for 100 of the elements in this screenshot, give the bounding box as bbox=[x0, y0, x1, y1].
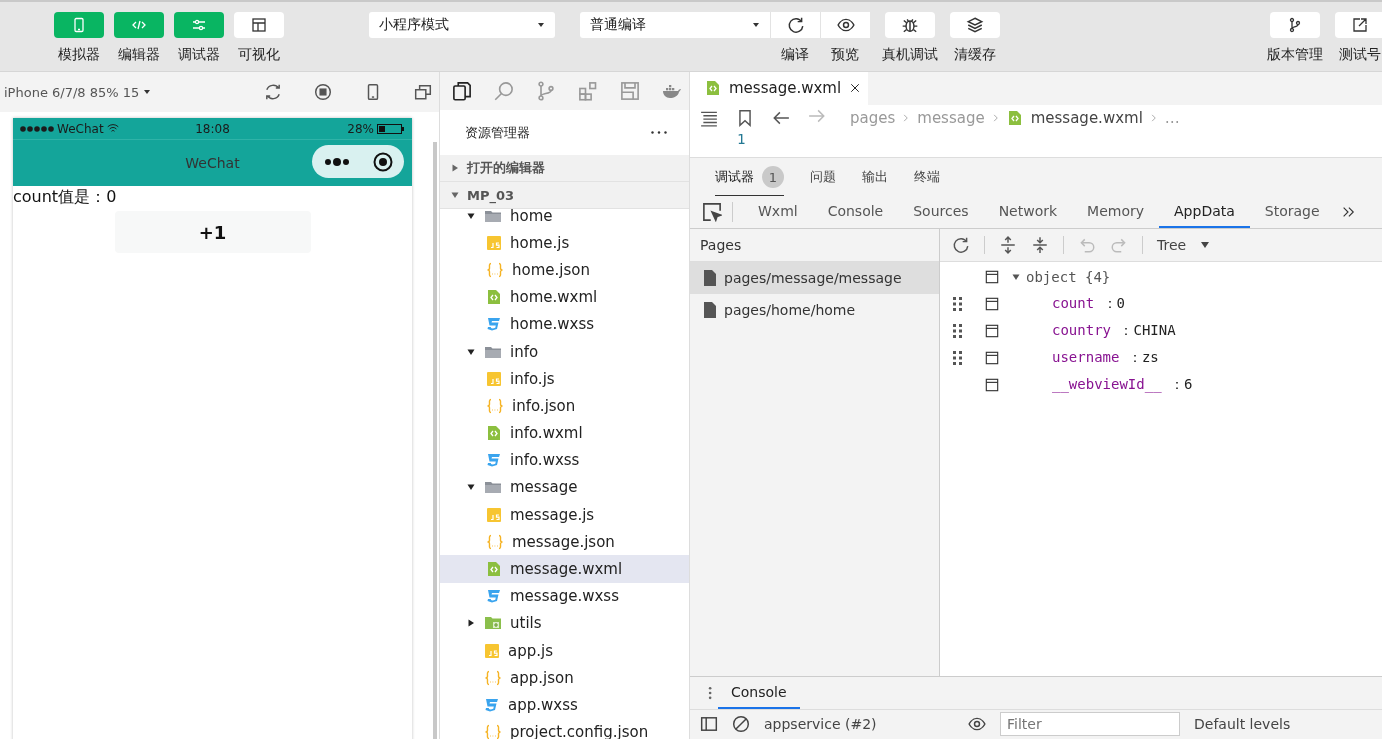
caret-icon[interactable] bbox=[1012, 273, 1020, 282]
folder-item[interactable]: utils bbox=[440, 609, 689, 637]
file-item[interactable]: app.wxss bbox=[440, 691, 689, 719]
increment-button[interactable]: +1 bbox=[114, 211, 311, 253]
caret-icon[interactable] bbox=[467, 347, 475, 356]
toolbar-button[interactable] bbox=[234, 12, 284, 38]
file-item[interactable]: info.json bbox=[440, 392, 689, 420]
folder-item[interactable]: message bbox=[440, 473, 689, 502]
tab[interactable]: Memory bbox=[1072, 196, 1160, 228]
caret-icon[interactable] bbox=[467, 619, 475, 628]
tab[interactable]: Sources bbox=[898, 196, 984, 228]
tab[interactable]: 终端 bbox=[914, 160, 940, 196]
js-file-icon bbox=[484, 642, 500, 659]
page-item[interactable]: pages/home/home bbox=[690, 294, 939, 326]
sliders-icon bbox=[191, 17, 207, 33]
button-label: 调试器 bbox=[178, 46, 220, 64]
file-item[interactable]: home.js bbox=[440, 229, 689, 257]
file-item[interactable]: info.wxml bbox=[440, 419, 689, 447]
device-select[interactable]: iPhone 6/7/8 85% 15 bbox=[4, 84, 152, 100]
caret-icon[interactable] bbox=[467, 211, 475, 220]
eye-icon bbox=[836, 16, 855, 34]
tab[interactable]: 输出 bbox=[862, 160, 888, 196]
file-item[interactable]: info.js bbox=[440, 365, 689, 393]
file-item[interactable]: message.json bbox=[440, 528, 689, 556]
data-entry[interactable]: count ：0 bbox=[1052, 295, 1126, 314]
refresh-icon bbox=[952, 236, 970, 254]
file-item[interactable]: app.js bbox=[440, 637, 689, 665]
button-label: 版本管理 bbox=[1267, 46, 1323, 64]
branch-icon bbox=[1287, 17, 1303, 33]
toolbar-button[interactable] bbox=[950, 12, 1000, 38]
file-item[interactable]: message.wxss bbox=[440, 582, 689, 610]
collapse-icon bbox=[1031, 236, 1049, 254]
file-item[interactable]: info.wxss bbox=[440, 446, 689, 474]
js-file-icon bbox=[486, 370, 502, 387]
wxss-file-icon bbox=[486, 588, 502, 605]
drag-handle-icon[interactable] bbox=[953, 296, 963, 313]
button-label: 真机调试 bbox=[882, 46, 938, 64]
wxml-file-icon bbox=[486, 425, 502, 442]
toolbar-button[interactable] bbox=[820, 12, 870, 38]
file-item[interactable]: message.wxml bbox=[440, 555, 689, 583]
tab[interactable]: Storage bbox=[1249, 196, 1335, 228]
data-entry[interactable]: country ：CHINA bbox=[1052, 322, 1176, 341]
signal-dots-icon bbox=[20, 124, 54, 133]
file-item[interactable]: home.wxss bbox=[440, 310, 689, 338]
tab[interactable]: 问题 bbox=[810, 160, 836, 196]
compile-select[interactable]: 普通编译 bbox=[580, 12, 770, 38]
file-item[interactable]: message.js bbox=[440, 501, 689, 529]
section-header[interactable]: MP_03 bbox=[440, 182, 689, 209]
tab[interactable]: Network bbox=[983, 196, 1073, 228]
data-entry[interactable]: __webviewId__ ：6 bbox=[1052, 376, 1193, 395]
whale-icon bbox=[662, 83, 682, 99]
bookmark-icon bbox=[736, 108, 754, 127]
file-item[interactable]: home.wxml bbox=[440, 283, 689, 311]
folder-item[interactable]: info bbox=[440, 337, 689, 366]
editor-tab[interactable]: message.wxml bbox=[690, 72, 868, 105]
inspect-icon bbox=[702, 202, 722, 222]
wxml-file-icon bbox=[486, 289, 502, 306]
scrollbar[interactable] bbox=[433, 142, 437, 739]
drag-handle-icon[interactable] bbox=[953, 323, 963, 340]
layout-icon bbox=[251, 17, 267, 33]
tab[interactable]: 调试器 1 bbox=[715, 160, 784, 196]
mode-select[interactable]: 小程序模式 bbox=[369, 12, 555, 38]
more-dots-icon bbox=[323, 156, 350, 167]
context-select[interactable]: appservice (#2) bbox=[764, 716, 954, 733]
caret-icon[interactable] bbox=[467, 483, 475, 492]
save-icon bbox=[620, 81, 640, 101]
battery-percent: 28% bbox=[347, 121, 374, 136]
toolbar-button[interactable] bbox=[1335, 12, 1382, 38]
entry-box-icon bbox=[985, 270, 999, 285]
braces-icon bbox=[486, 261, 504, 278]
file-item[interactable]: home.json bbox=[440, 256, 689, 284]
capsule-button[interactable] bbox=[312, 145, 404, 178]
filter-field[interactable]: Filter bbox=[1000, 712, 1180, 737]
external-link-icon bbox=[1352, 17, 1368, 33]
bug-icon bbox=[901, 16, 919, 34]
wxss-file-icon bbox=[486, 452, 502, 469]
levels-select[interactable]: Default levels bbox=[1194, 716, 1291, 733]
wxss-file-icon bbox=[484, 696, 500, 713]
tab[interactable]: Console bbox=[812, 196, 899, 228]
braces-icon bbox=[486, 397, 504, 414]
data-entry[interactable]: username ：zs bbox=[1052, 349, 1159, 368]
button-label: 可视化 bbox=[238, 46, 280, 64]
windows-icon bbox=[414, 83, 433, 101]
toolbar-button[interactable] bbox=[1270, 12, 1320, 38]
toolbar-button[interactable] bbox=[770, 12, 820, 38]
view-mode-select[interactable]: Tree bbox=[1157, 237, 1211, 253]
drag-handle-icon[interactable] bbox=[953, 350, 963, 367]
undo-icon bbox=[1078, 236, 1096, 254]
tab[interactable]: AppData bbox=[1159, 196, 1250, 228]
braces-icon bbox=[486, 533, 504, 550]
expand-icon bbox=[999, 236, 1017, 254]
page-item[interactable]: pages/message/message bbox=[690, 262, 939, 294]
explorer-title: 资源管理器 bbox=[465, 123, 530, 142]
breadcrumb-item[interactable]: message.wxml bbox=[1006, 108, 1143, 127]
file-item[interactable]: app.json bbox=[440, 664, 689, 692]
more-icon bbox=[651, 131, 667, 134]
toolbar-button[interactable] bbox=[885, 12, 935, 38]
section-header[interactable]: 打开的编辑器 bbox=[440, 155, 689, 182]
layers-icon bbox=[966, 16, 984, 34]
tab[interactable]: Wxml bbox=[743, 196, 813, 228]
